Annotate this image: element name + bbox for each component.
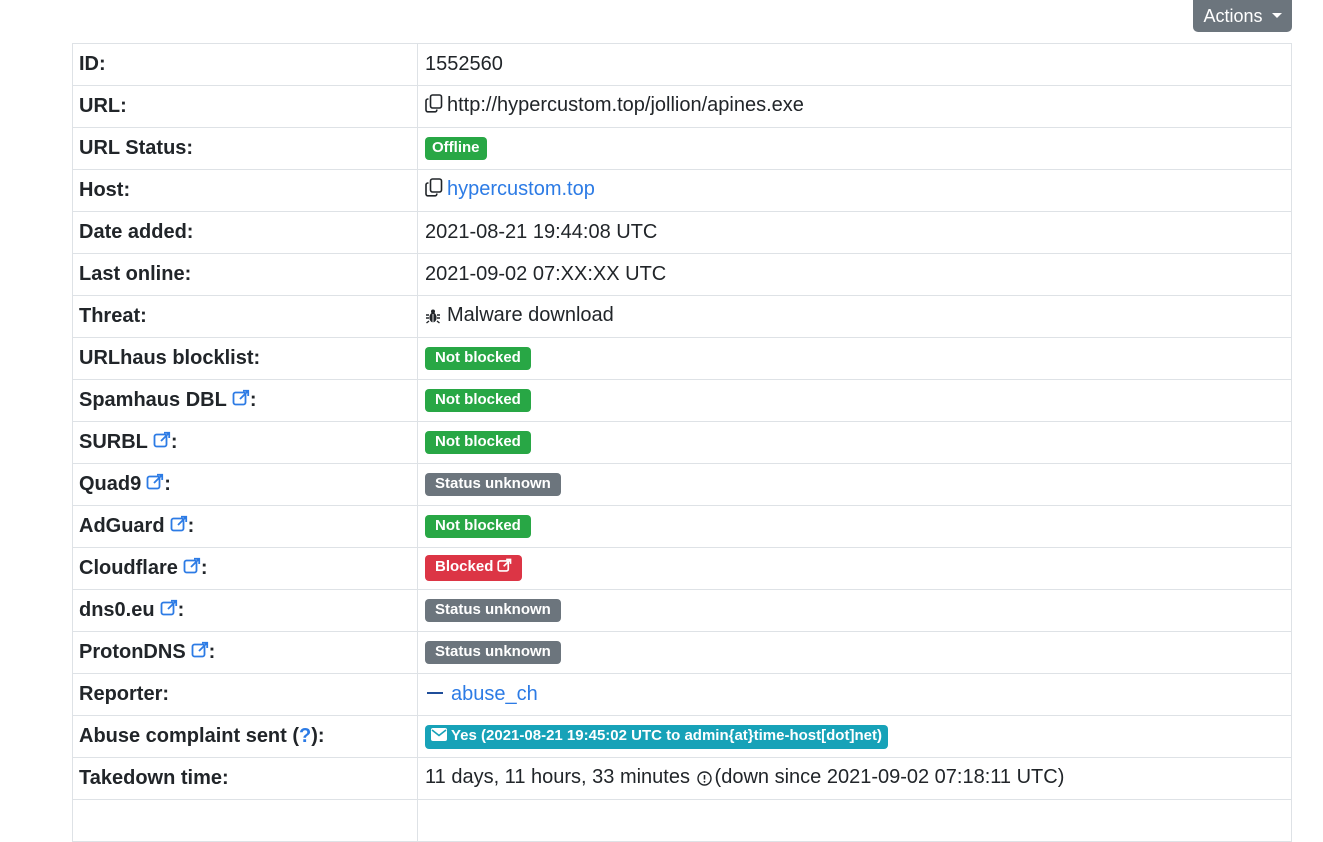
help-link[interactable]: ? — [299, 725, 311, 747]
protondns-status-badge: Status unknown — [425, 641, 561, 664]
surbl-label: SURBL — [79, 430, 148, 453]
info-icon[interactable] — [696, 769, 712, 792]
envelope-icon — [431, 727, 447, 745]
table-row-surbl: SURBL: Not blocked — [72, 421, 1292, 464]
external-link-icon — [497, 558, 512, 577]
external-link-icon[interactable] — [153, 431, 171, 455]
table-row-abuse-complaint: Abuse complaint sent (?): Yes (2021-08-2… — [72, 715, 1292, 758]
copy-icon[interactable] — [425, 178, 443, 203]
external-link-icon[interactable] — [232, 389, 250, 413]
table-row-cloudflare: Cloudflare: Blocked — [72, 547, 1292, 590]
table-row-url: URL: http://hypercustom.top/jollion/apin… — [72, 85, 1292, 128]
cloudflare-status-badge[interactable]: Blocked — [425, 555, 523, 581]
takedown-since: (down since 2021-09-02 07:18:11 UTC) — [714, 765, 1065, 788]
host-label: Host: — [72, 169, 418, 212]
date-added-value: 2021-08-21 19:44:08 UTC — [417, 211, 1292, 254]
table-row-date-added: Date added: 2021-08-21 19:44:08 UTC — [72, 211, 1292, 254]
external-link-icon[interactable] — [160, 599, 178, 623]
table-row-spamhaus: Spamhaus DBL: Not blocked — [72, 379, 1292, 422]
last-online-label: Last online: — [72, 253, 418, 296]
adguard-label: AdGuard — [79, 514, 165, 537]
table-row-dns0: dns0.eu: Status unknown — [72, 589, 1292, 632]
table-row-takedown: Takedown time: 11 days, 11 hours, 33 min… — [72, 757, 1292, 800]
actions-dropdown-button[interactable]: Actions — [1193, 0, 1292, 32]
table-row-threat: Threat: Malware download — [72, 295, 1292, 338]
adguard-status-badge: Not blocked — [425, 515, 531, 538]
last-online-value: 2021-09-02 07:XX:XX UTC — [417, 253, 1292, 296]
takedown-label: Takedown time: — [72, 757, 418, 800]
external-link-icon[interactable] — [191, 641, 209, 665]
copy-icon[interactable] — [425, 94, 443, 119]
external-link-icon[interactable] — [183, 557, 201, 581]
abuse-label-suffix: ): — [311, 725, 325, 747]
spamhaus-status-badge: Not blocked — [425, 389, 531, 412]
surbl-status-badge: Not blocked — [425, 431, 531, 454]
abuse-complaint-text: Yes (2021-08-21 19:45:02 UTC to admin{at… — [451, 726, 882, 744]
url-cell: http://hypercustom.top/jollion/apines.ex… — [417, 85, 1292, 128]
url-status-badge: Offline — [425, 137, 487, 160]
cloudflare-label: Cloudflare — [79, 556, 178, 579]
actions-label: Actions — [1203, 5, 1263, 26]
url-status-label: URL Status: — [72, 127, 418, 170]
table-row-url-status: URL Status: Offline — [72, 127, 1292, 170]
spamhaus-label: Spamhaus DBL — [79, 388, 227, 411]
url-label: URL: — [72, 85, 418, 128]
table-row-protondns: ProtonDNS: Status unknown — [72, 631, 1292, 674]
host-link[interactable]: hypercustom.top — [447, 178, 595, 200]
abuse-complaint-badge: Yes (2021-08-21 19:45:02 UTC to admin{at… — [425, 724, 888, 749]
bug-icon — [425, 307, 441, 330]
reporter-label: Reporter: — [72, 673, 418, 716]
id-value: 1552560 — [417, 43, 1292, 86]
table-row-urlhaus: URLhaus blocklist: Not blocked — [72, 337, 1292, 380]
abuse-label-prefix: Abuse complaint sent ( — [79, 725, 300, 747]
table-row-quad9: Quad9: Status unknown — [72, 463, 1292, 506]
table-row-adguard: AdGuard: Not blocked — [72, 505, 1292, 548]
dns0-label: dns0.eu — [79, 598, 155, 621]
quad9-status-badge: Status unknown — [425, 473, 561, 496]
threat-value: Malware download — [447, 303, 614, 326]
date-added-label: Date added: — [72, 211, 418, 254]
reporter-avatar-icon — [425, 688, 445, 698]
takedown-value: 11 days, 11 hours, 33 minutes — [425, 765, 690, 788]
caret-down-icon — [1271, 12, 1282, 18]
external-link-icon[interactable] — [146, 473, 164, 497]
table-row-reporter: Reporter: abuse_ch — [72, 673, 1292, 716]
protondns-label: ProtonDNS — [79, 640, 186, 663]
quad9-label: Quad9 — [79, 472, 142, 495]
url-info-table: ID: 1552560 URL: http://hypercustom.top/… — [72, 43, 1292, 842]
reporter-link[interactable]: abuse_ch — [451, 683, 538, 705]
table-row-host: Host: hypercustom.top — [72, 169, 1292, 212]
dns0-status-badge: Status unknown — [425, 599, 561, 622]
table-row-id: ID: 1552560 — [72, 43, 1292, 86]
urlhaus-label: URLhaus blocklist: — [72, 337, 418, 380]
external-link-icon[interactable] — [170, 515, 188, 539]
url-value: http://hypercustom.top/jollion/apines.ex… — [447, 94, 804, 116]
cloudflare-badge-label: Blocked — [435, 558, 494, 575]
table-row-last-online: Last online: 2021-09-02 07:XX:XX UTC — [72, 253, 1292, 296]
id-label: ID: — [72, 43, 418, 86]
threat-label: Threat: — [72, 295, 418, 338]
urlhaus-status-badge: Not blocked — [425, 347, 531, 370]
